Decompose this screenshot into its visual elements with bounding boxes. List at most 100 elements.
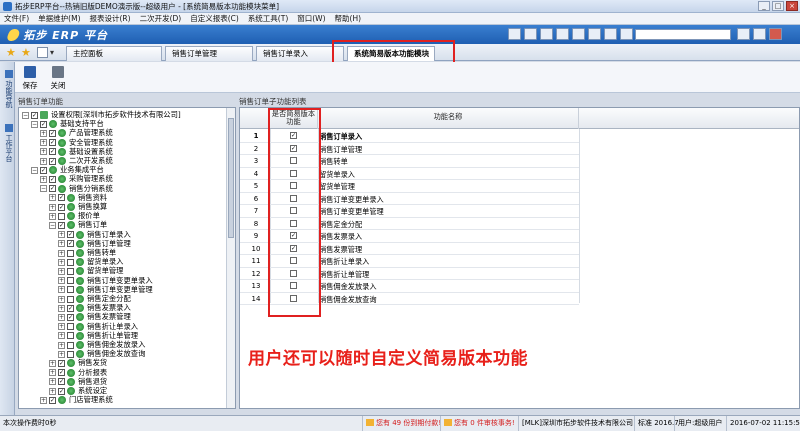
tree-expander-icon[interactable]: −: [40, 185, 47, 193]
tree-expander-icon[interactable]: +: [58, 350, 65, 358]
tree-checkbox[interactable]: ✓: [31, 111, 38, 119]
menu-window[interactable]: 窗口(W): [297, 13, 325, 24]
minimize-button[interactable]: _: [758, 1, 770, 11]
refresh-icon[interactable]: [572, 28, 585, 40]
tree-checkbox[interactable]: ✓: [49, 185, 56, 193]
tree-expander-icon[interactable]: +: [58, 231, 65, 239]
tree-checkbox[interactable]: ✓: [49, 148, 56, 156]
menu-file[interactable]: 文件(F): [4, 13, 29, 24]
menu-report-design[interactable]: 报表设计(R): [90, 13, 131, 24]
help-icon[interactable]: [620, 28, 633, 40]
tree-expander-icon[interactable]: +: [58, 323, 65, 331]
tree-checkbox[interactable]: ✓: [58, 378, 65, 386]
tree-expander-icon[interactable]: +: [58, 240, 65, 248]
tree-scrollbar[interactable]: [226, 108, 235, 408]
maximize-button[interactable]: □: [772, 1, 784, 11]
tree-expander-icon[interactable]: +: [58, 267, 65, 275]
tree-expander-icon[interactable]: +: [40, 157, 47, 165]
tree-expander-icon[interactable]: +: [40, 139, 47, 147]
menu-dev[interactable]: 二次开发(D): [140, 13, 182, 24]
tree-checkbox[interactable]: [67, 249, 74, 257]
tree-expander-icon[interactable]: +: [58, 341, 65, 349]
tab-nav-icon[interactable]: ▾: [50, 47, 63, 58]
tree-checkbox[interactable]: [67, 323, 74, 331]
tree-expander-icon[interactable]: +: [58, 332, 65, 340]
tree-checkbox[interactable]: [58, 212, 65, 220]
tree-checkbox[interactable]: ✓: [58, 359, 65, 367]
tree-expander-icon[interactable]: +: [40, 129, 47, 137]
close-form-button[interactable]: 关闭: [45, 64, 71, 91]
tab-main-panel[interactable]: 主控面板: [66, 46, 162, 61]
tree-checkbox[interactable]: ✓: [67, 240, 74, 248]
tree-checkbox[interactable]: ✓: [58, 194, 65, 202]
tree-checkbox[interactable]: ✓: [49, 396, 56, 404]
tree-expander-icon[interactable]: +: [49, 194, 56, 202]
header-function-name[interactable]: 功能名称: [318, 108, 579, 129]
tree-checkbox[interactable]: [67, 295, 74, 303]
tree-checkbox[interactable]: ✓: [49, 129, 56, 137]
tree-checkbox[interactable]: ✓: [67, 313, 74, 321]
tree-expander-icon[interactable]: +: [58, 295, 65, 303]
grid-view-icon[interactable]: [37, 47, 48, 58]
notepad-icon[interactable]: [540, 28, 553, 40]
vtab-work-platform[interactable]: 工作平台: [2, 120, 13, 166]
tree-expander-icon[interactable]: −: [31, 166, 38, 174]
tree-checkbox[interactable]: [67, 277, 74, 285]
close-button[interactable]: ×: [786, 1, 798, 11]
tree-checkbox[interactable]: ✓: [67, 231, 74, 239]
banner-search-input[interactable]: [635, 29, 731, 40]
scrollbar-thumb[interactable]: [228, 118, 234, 238]
tree-checkbox[interactable]: ✓: [58, 369, 65, 377]
tab-sales-order-entry[interactable]: 销售订单录入: [256, 46, 344, 61]
close-child-icon[interactable]: [769, 28, 782, 40]
tree-expander-icon[interactable]: +: [40, 175, 47, 183]
minimize-child-icon[interactable]: [737, 28, 750, 40]
tree-expander-icon[interactable]: +: [49, 203, 56, 211]
tree-expander-icon[interactable]: +: [49, 369, 56, 377]
tree-checkbox[interactable]: [67, 341, 74, 349]
calendar-icon[interactable]: [524, 28, 537, 40]
status-audit-alert[interactable]: 您有 0 件审核事务!: [440, 416, 518, 431]
tab-sales-order-mgmt[interactable]: 销售订单管理: [165, 46, 253, 61]
tree-expander-icon[interactable]: +: [58, 286, 65, 294]
tree-checkbox[interactable]: ✓: [49, 175, 56, 183]
tree-checkbox[interactable]: ✓: [40, 120, 47, 128]
menu-document[interactable]: 单据维护(M): [38, 13, 80, 24]
tree-checkbox[interactable]: ✓: [40, 166, 47, 174]
tree-expander-icon[interactable]: +: [58, 304, 65, 312]
tree-checkbox[interactable]: ✓: [67, 304, 74, 312]
tree-expander-icon[interactable]: +: [49, 359, 56, 367]
tree-checkbox[interactable]: ✓: [49, 139, 56, 147]
restore-child-icon[interactable]: [753, 28, 766, 40]
tree-checkbox[interactable]: [67, 286, 74, 294]
calculator-icon[interactable]: [508, 28, 521, 40]
tree-expander-icon[interactable]: −: [49, 221, 56, 229]
vtab-function-nav[interactable]: 功能导航: [2, 66, 13, 112]
tree-checkbox[interactable]: [67, 267, 74, 275]
settings-icon[interactable]: [604, 28, 617, 40]
tree-checkbox[interactable]: ✓: [49, 157, 56, 165]
tree-checkbox[interactable]: [67, 332, 74, 340]
tree-expander-icon[interactable]: +: [49, 387, 56, 395]
tree-expander-icon[interactable]: +: [49, 378, 56, 386]
tree-checkbox[interactable]: [67, 350, 74, 358]
menu-help[interactable]: 帮助(H): [335, 13, 362, 24]
menu-tools[interactable]: 系统工具(T): [248, 13, 288, 24]
tree-expander-icon[interactable]: −: [22, 111, 29, 119]
tree-checkbox[interactable]: ✓: [58, 221, 65, 229]
tree-expander-icon[interactable]: +: [58, 249, 65, 257]
tree-expander-icon[interactable]: +: [58, 277, 65, 285]
status-payment-alert[interactable]: 您有 49 份到期付款!: [362, 416, 441, 431]
tree-expander-icon[interactable]: +: [49, 212, 56, 220]
users-icon[interactable]: [588, 28, 601, 40]
tree-node[interactable]: + ✓ 门店管理系统: [40, 395, 113, 405]
tree-expander-icon[interactable]: +: [58, 258, 65, 266]
tree-checkbox[interactable]: ✓: [58, 387, 65, 395]
save-button[interactable]: 保存: [17, 64, 43, 91]
favorite-star-icon[interactable]: ★: [6, 47, 17, 58]
tree-expander-icon[interactable]: +: [40, 148, 47, 156]
favorite-add-icon[interactable]: ★: [21, 47, 32, 58]
tree-checkbox[interactable]: ✓: [58, 203, 65, 211]
tree-checkbox[interactable]: [67, 258, 74, 266]
menu-custom-report[interactable]: 自定义报表(C): [190, 13, 239, 24]
